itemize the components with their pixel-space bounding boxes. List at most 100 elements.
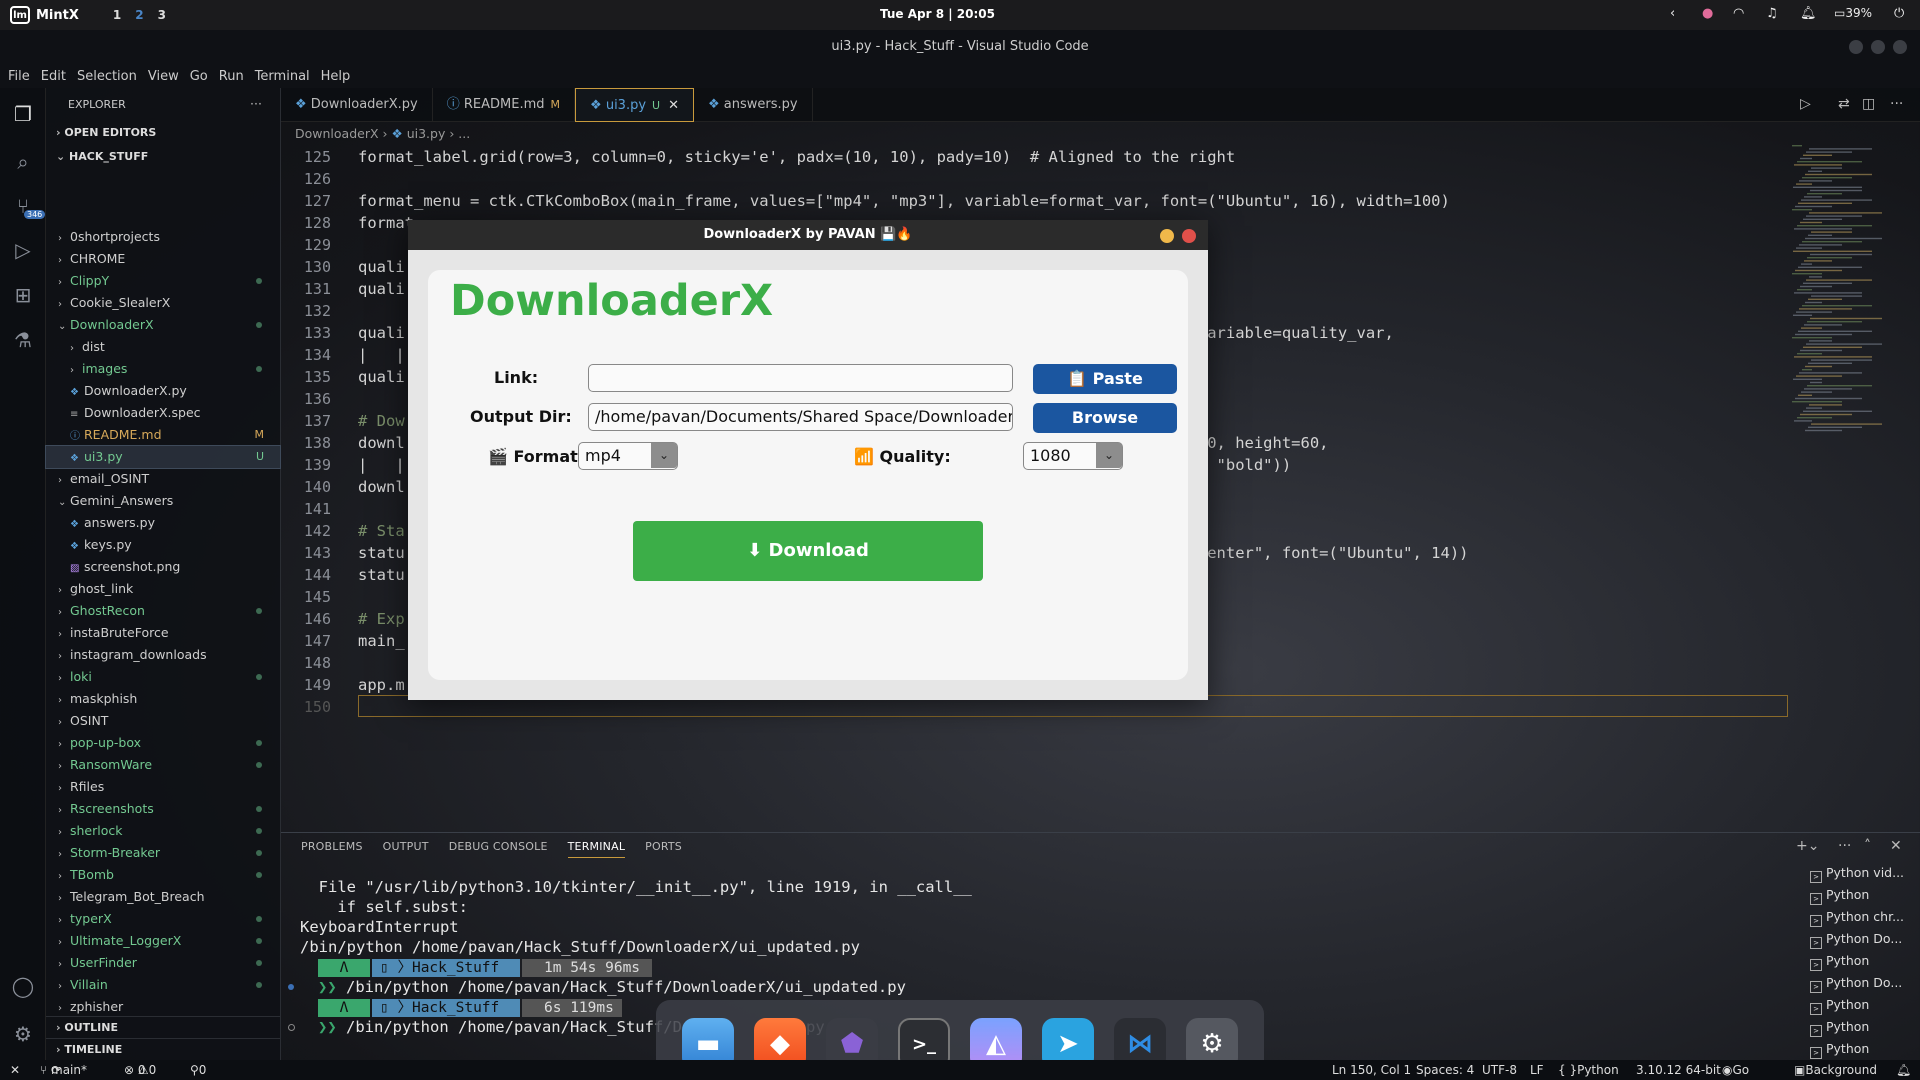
terminal-instance[interactable]: > Python bbox=[1810, 884, 1920, 906]
minimize-button[interactable] bbox=[1849, 40, 1863, 54]
tree-item[interactable]: › 0shortprojects bbox=[46, 226, 280, 248]
testing-flask-icon[interactable]: ⚗ bbox=[11, 328, 35, 352]
problems-indicator[interactable]: ⊗ 0 ⚠ 0 bbox=[124, 1060, 156, 1080]
timeline-section[interactable]: › TIMELINE bbox=[46, 1038, 280, 1060]
compare-icon[interactable]: ⇄ bbox=[1838, 96, 1850, 112]
workspace-3[interactable]: 3 bbox=[158, 8, 166, 22]
maximize-button[interactable] bbox=[1871, 40, 1885, 54]
tab-ui3-py[interactable]: ❖ ui3.py U ✕ bbox=[575, 88, 694, 122]
tree-item[interactable]: ≡ DownloaderX.spec bbox=[46, 402, 280, 424]
run-icon[interactable]: ▷ bbox=[1800, 96, 1811, 112]
close-tab-icon[interactable]: ✕ bbox=[668, 98, 679, 113]
tree-item[interactable]: › CHROME bbox=[46, 248, 280, 270]
tree-item[interactable]: ⓘ README.md M bbox=[46, 424, 280, 446]
tree-item[interactable]: ❖ DownloaderX.py bbox=[46, 380, 280, 402]
git-branch[interactable]: ⑂ main* ⟳ bbox=[40, 1060, 87, 1080]
breadcrumb-symbol[interactable]: ... bbox=[458, 126, 470, 141]
clock[interactable]: Tue Apr 8 | 20:05 bbox=[880, 7, 995, 21]
link-input[interactable] bbox=[588, 364, 1013, 392]
download-button[interactable]: ⬇ Download bbox=[633, 521, 983, 581]
tree-item[interactable]: › Cookie_SlealerX bbox=[46, 292, 280, 314]
location-pin-icon[interactable]: ● bbox=[1702, 6, 1713, 21]
tree-item[interactable]: › instagram_downloads bbox=[46, 644, 280, 666]
more-actions-icon[interactable]: ··· bbox=[250, 96, 262, 111]
terminal-instance[interactable]: > Python Do... bbox=[1810, 928, 1920, 950]
workspace-2[interactable]: 2 bbox=[135, 8, 143, 22]
output-dir-input[interactable]: /home/pavan/Documents/Shared Space/Downl… bbox=[588, 403, 1013, 431]
run-debug-icon[interactable]: ▷ bbox=[11, 238, 35, 262]
browse-button[interactable]: Browse bbox=[1033, 403, 1177, 433]
tree-item[interactable]: › ClippY bbox=[46, 270, 280, 292]
tree-item[interactable]: ⌄ DownloaderX bbox=[46, 314, 280, 336]
indentation[interactable]: Spaces: 4 bbox=[1416, 1060, 1474, 1080]
menu-edit[interactable]: Edit bbox=[41, 69, 66, 84]
menu-run[interactable]: Run bbox=[219, 69, 244, 84]
notifications-icon[interactable]: 🔔︎ bbox=[1896, 1060, 1911, 1080]
explorer-icon[interactable]: ❐ bbox=[11, 102, 35, 126]
terminal-instance[interactable]: > Python Do... bbox=[1810, 972, 1920, 994]
tree-item[interactable]: › UserFinder bbox=[46, 952, 280, 974]
tree-item[interactable]: › images bbox=[46, 358, 280, 380]
bell-icon[interactable]: 🔔︎ bbox=[1800, 6, 1817, 21]
terminal-instance[interactable]: > Python bbox=[1810, 950, 1920, 972]
encoding[interactable]: UTF-8 bbox=[1482, 1060, 1517, 1080]
dl-minimize-button[interactable] bbox=[1160, 229, 1174, 243]
tree-item[interactable]: › ghost_link bbox=[46, 578, 280, 600]
tree-item[interactable]: ❖ keys.py bbox=[46, 534, 280, 556]
workspace-root[interactable]: ⌄ HACK_STUFF bbox=[46, 146, 280, 168]
menu-go[interactable]: Go bbox=[190, 69, 208, 84]
code-line[interactable]: format_menu = ctk.CTkComboBox(main_frame… bbox=[358, 192, 1450, 210]
chevron-down-icon[interactable]: ⌄ bbox=[1096, 443, 1122, 468]
workspace-1[interactable]: 1 bbox=[113, 8, 121, 22]
tree-item[interactable]: › Rfiles bbox=[46, 776, 280, 798]
tree-item[interactable]: › RansomWare bbox=[46, 754, 280, 776]
terminal-instance[interactable]: > Python chr... bbox=[1810, 906, 1920, 928]
close-button[interactable] bbox=[1893, 40, 1907, 54]
tree-item[interactable]: › pop-up-box bbox=[46, 732, 280, 754]
command-decoration-icon[interactable] bbox=[288, 984, 294, 990]
code-line[interactable]: # Dow bbox=[358, 412, 405, 430]
tree-item[interactable]: › sherlock bbox=[46, 820, 280, 842]
remote-icon[interactable]: ✕ bbox=[10, 1060, 20, 1080]
terminal-instance[interactable]: > Python vid... bbox=[1810, 862, 1920, 884]
eol[interactable]: LF bbox=[1530, 1060, 1544, 1080]
quality-combobox[interactable]: 1080 ⌄ bbox=[1023, 442, 1123, 470]
code-line[interactable]: app.m bbox=[358, 676, 405, 694]
tree-item[interactable]: › loki bbox=[46, 666, 280, 688]
tab-problems[interactable]: PROBLEMS bbox=[301, 840, 363, 853]
tree-item[interactable]: › Telegram_Bot_Breach bbox=[46, 886, 280, 908]
new-terminal-icon[interactable]: +⌄ bbox=[1796, 838, 1819, 854]
code-line[interactable]: downl bbox=[358, 478, 405, 496]
chevron-down-icon[interactable]: ⌄ bbox=[651, 443, 677, 468]
tree-item[interactable]: › Villain bbox=[46, 974, 280, 996]
code-line[interactable]: | | bbox=[358, 346, 405, 364]
mint-menu-button[interactable]: lm MintX bbox=[10, 6, 79, 24]
menu-terminal[interactable]: Terminal bbox=[255, 69, 310, 84]
terminal-instance[interactable]: > Python bbox=[1810, 1038, 1920, 1060]
code-line[interactable]: format bbox=[358, 214, 414, 232]
tab-downloaderx-py[interactable]: ❖ DownloaderX.py bbox=[281, 88, 433, 122]
dl-close-button[interactable] bbox=[1182, 229, 1196, 243]
split-editor-icon[interactable]: ◫ bbox=[1862, 96, 1875, 112]
battery-indicator[interactable]: ▭39% bbox=[1834, 6, 1872, 20]
tree-item[interactable]: ❖ ui3.py U bbox=[45, 445, 281, 469]
language-mode[interactable]: { } Python bbox=[1558, 1060, 1619, 1080]
menu-file[interactable]: File bbox=[8, 69, 30, 84]
gear-icon[interactable]: ⚙ bbox=[11, 1022, 35, 1046]
close-panel-icon[interactable]: ✕ bbox=[1890, 838, 1902, 854]
power-icon[interactable]: ⏻ bbox=[1894, 6, 1904, 21]
tree-item[interactable]: › maskphish bbox=[46, 688, 280, 710]
tree-item[interactable]: › OSINT bbox=[46, 710, 280, 732]
tab-ports[interactable]: PORTS bbox=[645, 840, 682, 853]
music-icon[interactable]: ♫ bbox=[1766, 6, 1778, 21]
tree-item[interactable]: ⌄ Gemini_Answers bbox=[46, 490, 280, 512]
more-actions-icon[interactable]: ··· bbox=[1838, 838, 1851, 854]
menu-view[interactable]: View bbox=[148, 69, 179, 84]
menu-help[interactable]: Help bbox=[321, 69, 351, 84]
outline-section[interactable]: › OUTLINE bbox=[46, 1016, 280, 1038]
command-decoration-icon[interactable] bbox=[288, 1024, 295, 1031]
code-line[interactable]: # Exp bbox=[358, 610, 405, 628]
code-line[interactable]: statu bbox=[358, 566, 405, 584]
extensions-icon[interactable]: ⊞ bbox=[11, 283, 35, 307]
wifi-icon[interactable]: ◠ bbox=[1733, 6, 1744, 21]
